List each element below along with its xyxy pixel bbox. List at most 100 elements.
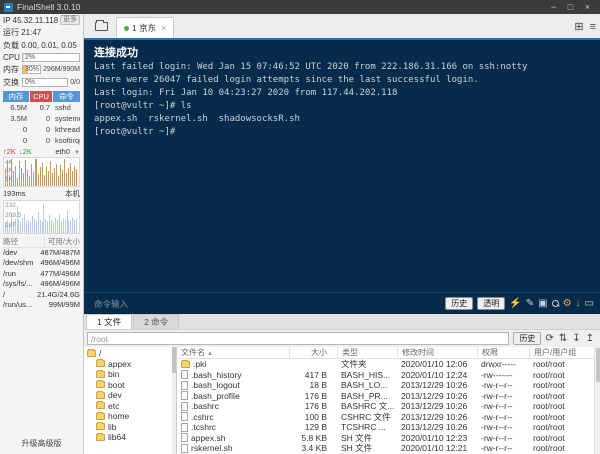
file-row[interactable]: .bash_history 417 B BASH_HIS... 2020/01/10 … [177,370,600,381]
transparency-button[interactable]: 透明 [477,297,506,310]
upgrade-link[interactable]: 升级高级版 [0,434,83,454]
terminal-output[interactable]: 连接成功 Last failed login: Wed Jan 15 07:46:… [84,40,600,292]
graph-bar [72,217,74,233]
run-icon[interactable]: ⚡ [509,298,521,310]
graph-bar [51,219,53,233]
file-row[interactable]: .bashrc 176 B BASHRC 文... 2013/12/29 10:26-… [177,401,600,412]
col-mtime[interactable]: 修改时间 [397,347,477,358]
graph-bar [43,204,45,233]
graph-bar [51,172,53,186]
gauge-percent: 2% [25,54,36,61]
menu-icon[interactable]: ≡ [590,21,596,33]
col-filename[interactable]: 文件名 ▲ [177,347,289,358]
search-icon[interactable] [551,300,559,307]
file-row[interactable]: rskernel.sh 3.4 KB SH 文件 2020/01/10 12:21 -r… [177,443,600,454]
tree-item[interactable]: dev [84,390,176,401]
process-header-cpu[interactable]: CPU [30,91,52,102]
graph-bar [26,220,28,233]
tab-files[interactable]: 1 文件 [86,314,133,329]
disk-table: 路径 可用/大小 /dev 487M/487M/dev/shm 496M/496M /… [3,237,80,311]
graph-bar [49,160,51,186]
transfer-icon[interactable]: ⇅ [559,333,567,344]
disk-row[interactable]: /21.4G/24.6G [3,290,80,301]
tree-scrollbar[interactable] [172,347,176,454]
download-icon[interactable]: ↧ [572,333,580,344]
tab-commands[interactable]: 2 命令 [133,314,180,329]
disk-row[interactable]: /dev 487M/487M [3,248,80,259]
folder-icon [96,432,105,441]
interface-select[interactable]: eth0 ▼ [55,147,80,156]
disk-row[interactable]: /run 477M/496M [3,269,80,280]
layout-grid-icon[interactable]: ⊞ [574,20,583,33]
graph-bar [37,212,39,233]
tab-close-icon[interactable]: × [161,23,166,33]
disk-row[interactable]: /sys/fs/... 496M/496M [3,279,80,290]
ip-more-button[interactable]: 更多 [60,15,80,25]
process-row[interactable]: 3.5M0systemd [3,113,80,124]
resource-gauges: CPU 2% 内存 30% 296M/990M 交换 0% 0/0 [0,52,83,89]
disk-header-size: 可用/大小 [43,237,80,247]
history-button[interactable]: 历史 [445,297,474,310]
file-row[interactable]: .bash_logout 18 B BASH_LO... 2013/12/29 10:… [177,380,600,391]
close-button[interactable]: × [579,2,596,12]
gauge-row: 交换 0% 0/0 [0,76,83,89]
tree-item[interactable]: appex [84,359,176,370]
file-row[interactable]: .tcshrc 129 B TCSHRC ... 2013/12/29 10:26 -r… [177,422,600,433]
file-icon [181,443,188,453]
graph-bar [29,176,31,186]
disk-row[interactable]: /dev/shm 496M/496M [3,258,80,269]
disk-row[interactable]: /run/us... 99M/99M [3,300,80,311]
edit-icon[interactable]: ✎ [526,298,534,310]
file-table: 文件名 ▲ 大小 类型 修改时间 权限 用户/用户组 .pki 文件夹 2020/01… [177,347,600,454]
gauge-bar: 0% [22,78,69,87]
file-row[interactable]: appex.sh 5.8 KB SH 文件 2020/01/10 12:23 -rw-r… [177,433,600,444]
col-size[interactable]: 大小 [289,347,337,358]
tree-item[interactable]: lib64 [84,432,176,443]
col-type[interactable]: 类型 [337,347,397,358]
graph-bar [47,220,49,233]
minimize-button[interactable]: − [545,2,562,12]
graph-bar [55,163,57,186]
settings-icon[interactable]: ⚙ [563,298,572,310]
screen-icon[interactable]: ▭ [585,298,594,310]
connections-button[interactable] [90,17,112,35]
title-bar: FinalShell 3.0.10 − □ × [0,0,600,14]
tree-item[interactable]: boot [84,380,176,391]
col-owner[interactable]: 用户/用户组 [529,347,600,358]
upload-icon[interactable]: ↥ [586,333,594,344]
paste-icon[interactable]: ▣ [538,298,547,310]
table-scrollbar[interactable] [594,347,600,454]
command-input[interactable]: 命令输入 [94,298,128,310]
path-toolbar: 历史 ⟳ ⇅ ↧ ↥ [84,330,600,347]
tree-item[interactable]: bin [84,369,176,380]
download-icon[interactable]: ↓ [576,298,581,310]
maximize-button[interactable]: □ [562,2,579,12]
path-history-button[interactable]: 历史 [513,332,542,345]
tree-root[interactable]: / [84,348,176,359]
file-row[interactable]: .pki 文件夹 2020/01/10 12:06 drwxr----- root/ro… [177,359,600,370]
process-row[interactable]: 00kthreadd [3,124,80,135]
gauge-percent: 30% [25,66,40,73]
graph-bar [35,220,37,233]
process-row[interactable]: 6.5M 0.7 sshd [3,102,80,113]
graph-bar [27,169,29,186]
ping-ylabel: 209.5 [5,212,22,219]
path-input[interactable] [87,332,510,345]
tree-item[interactable]: lib [84,422,176,433]
session-tab[interactable]: 1 京东 × [116,17,175,38]
monitor-sidebar: IP 45.32.11.118 更多 运行 21:47 负载 0.00, 0.0… [0,14,84,454]
process-row[interactable]: 00ksoftirqd/ [3,135,80,146]
ping-source[interactable]: 本机 [65,188,80,199]
file-row[interactable]: .cshrc 100 B CSHRC 文件 2013/12/29 10:26 -rw-r… [177,412,600,423]
chevron-down-icon: ▼ [74,150,80,156]
process-header-mem[interactable]: 内存 [3,91,29,102]
tree-item[interactable]: home [84,411,176,422]
refresh-icon[interactable]: ⟳ [545,333,553,344]
file-table-header: 文件名 ▲ 大小 类型 修改时间 权限 用户/用户组 [177,347,600,359]
process-header-cmd[interactable]: 命令 [53,91,80,102]
folder-icon [181,359,190,368]
file-row[interactable]: .bash_profile 176 B BASH_PR... 2013/12/29 1… [177,391,600,402]
tree-item[interactable]: etc [84,401,176,412]
col-perm[interactable]: 权限 [477,347,529,358]
graph-bar [29,221,31,233]
